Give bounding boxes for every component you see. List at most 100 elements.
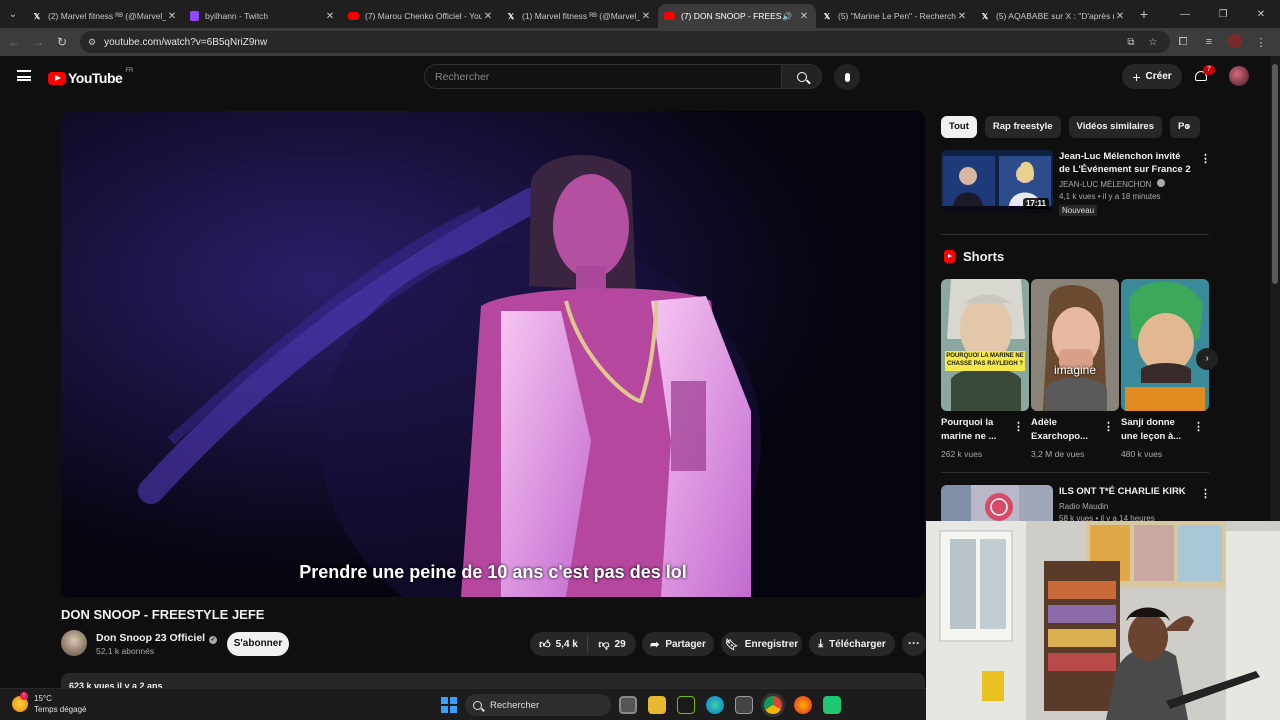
- chip-rap-freestyle[interactable]: Rap freestyle: [984, 116, 1061, 138]
- close-tab-icon[interactable]: ✕: [640, 11, 652, 22]
- webcam-image: [926, 521, 1280, 720]
- recommended-video[interactable]: 17:11 Jean-Luc Mélenchon invité de L'Évé…: [941, 150, 1211, 216]
- shorts-icon: [944, 250, 955, 263]
- shorts-next-button[interactable]: ›: [1196, 348, 1218, 370]
- task-view-icon[interactable]: [619, 696, 637, 714]
- browser-tab[interactable]: 𝕏 (5) AQABABE sur X : "D'après n ✕: [974, 4, 1132, 28]
- bookmark-star-icon[interactable]: ☆: [1142, 37, 1164, 48]
- short-title[interactable]: Pourquoi la marine ne ...: [941, 416, 1011, 444]
- reading-list-icon[interactable]: ≡: [1196, 36, 1222, 48]
- recommended-channel[interactable]: Radio Maudin: [1059, 502, 1108, 511]
- cast-icon[interactable]: ⧉: [1120, 37, 1142, 48]
- reload-icon[interactable]: ↻: [50, 35, 74, 49]
- short-title[interactable]: Sanji donne une leçon à...: [1121, 416, 1191, 444]
- more-actions-icon[interactable]: ···: [902, 632, 926, 656]
- channel-avatar[interactable]: [61, 630, 87, 656]
- youtube-logo[interactable]: YouTube FR: [48, 68, 133, 86]
- browser-menu-icon[interactable]: ⋮: [1248, 36, 1274, 49]
- chip-similar-videos[interactable]: Vidéos similaires: [1068, 116, 1162, 138]
- browser-tab-active[interactable]: (7) DON SNOOP - FREESTY 🔊 ✕: [658, 4, 816, 28]
- channel-name[interactable]: Don Snoop 23 Officiel ✓: [96, 632, 218, 644]
- close-tab-icon[interactable]: ✕: [956, 11, 968, 22]
- download-button[interactable]: ⤓ Télécharger: [809, 632, 895, 656]
- close-tab-icon[interactable]: ✕: [166, 11, 178, 22]
- browser-tab[interactable]: 𝕏 (1) Marvel fitness ᴿᴮ (@Marvel_ ✕: [500, 4, 658, 28]
- tab-search-icon[interactable]: ⌄: [0, 0, 26, 28]
- short-thumbnail[interactable]: [1121, 279, 1209, 411]
- video-player[interactable]: Prendre une peine de 10 ans c'est pas de…: [61, 111, 925, 597]
- recommended-title[interactable]: Jean-Luc Mélenchon invité de L'Événement…: [1059, 150, 1194, 176]
- browser-tab[interactable]: 𝕏 (2) Marvel fitness ᴿᴮ (@Marvel_ ✕: [26, 4, 184, 28]
- short-thumbnail[interactable]: imagine: [1031, 279, 1119, 411]
- app-icon[interactable]: [823, 696, 841, 714]
- browser-tab[interactable]: 𝕏 (5) "Marine Le Pen" - Recherch ✕: [816, 4, 974, 28]
- minimize-icon[interactable]: —: [1166, 9, 1204, 20]
- chevron-right-icon[interactable]: ›: [1185, 119, 1189, 133]
- video-thumbnail[interactable]: 17:11: [941, 150, 1053, 213]
- forward-arrow-icon[interactable]: →: [26, 35, 50, 49]
- restore-icon[interactable]: ❐: [1204, 9, 1242, 20]
- recommended-channel[interactable]: JEAN-LUC MÉLENCHON: [1059, 179, 1165, 189]
- extensions-icon[interactable]: ⧠: [1170, 36, 1196, 49]
- short-item[interactable]: POURQUOI LA MARINE NE CHASSE PAS RAYLEIG…: [941, 279, 1029, 459]
- speaker-icon[interactable]: 🔊: [782, 12, 792, 21]
- search-button[interactable]: [782, 64, 822, 89]
- weather-alert-icon: !: [20, 692, 28, 700]
- back-arrow-icon[interactable]: ←: [2, 35, 26, 49]
- more-vert-icon[interactable]: ⋮: [1013, 420, 1024, 433]
- close-tab-icon[interactable]: ✕: [482, 11, 494, 22]
- short-item[interactable]: imagine Adèle Exarchopo... ⋮ 3,2 M de vu…: [1031, 279, 1119, 459]
- window-controls: — ❐ ✕: [1166, 0, 1280, 28]
- store-icon[interactable]: [735, 696, 753, 714]
- firefox-icon[interactable]: [794, 696, 812, 714]
- more-vert-icon[interactable]: ⋮: [1193, 420, 1204, 433]
- new-tab-icon[interactable]: +: [1132, 6, 1156, 22]
- short-title[interactable]: Adèle Exarchopo...: [1031, 416, 1101, 444]
- scrollbar-thumb[interactable]: [1272, 64, 1278, 284]
- tab-title: (7) DON SNOOP - FREESTY: [681, 11, 783, 21]
- browser-tab[interactable]: byilhann - Twitch ✕: [184, 4, 342, 28]
- weather-widget[interactable]: ! 15°C Temps dégagé: [12, 692, 86, 715]
- profile-icon[interactable]: [1222, 33, 1248, 51]
- like-count: 5,4 k: [555, 638, 578, 650]
- save-label: Enregistrer: [744, 638, 799, 650]
- taskbar-search[interactable]: Rechercher: [465, 694, 611, 716]
- tab-title: (2) Marvel fitness ᴿᴮ (@Marvel_: [48, 11, 166, 21]
- close-tab-icon[interactable]: ✕: [1114, 11, 1126, 22]
- close-tab-icon[interactable]: ✕: [798, 11, 810, 22]
- search-input[interactable]: Rechercher: [424, 64, 782, 89]
- chip-all[interactable]: Tout: [941, 116, 977, 138]
- more-vert-icon[interactable]: ⋮: [1200, 152, 1211, 165]
- create-button[interactable]: + Créer: [1122, 64, 1182, 89]
- share-button[interactable]: ➦ Partager: [642, 632, 714, 656]
- file-explorer-icon[interactable]: [648, 696, 666, 714]
- subscribe-button[interactable]: S'abonner: [227, 632, 289, 656]
- more-vert-icon[interactable]: ⋮: [1103, 420, 1114, 433]
- more-vert-icon[interactable]: ⋮: [1200, 487, 1211, 500]
- edge-icon[interactable]: [706, 696, 724, 714]
- close-window-icon[interactable]: ✕: [1242, 9, 1280, 20]
- youtube-play-icon: [48, 71, 66, 85]
- short-thumbnail[interactable]: POURQUOI LA MARINE NE CHASSE PAS RAYLEIG…: [941, 279, 1029, 411]
- recommended-title[interactable]: ILS ONT T*É CHARLIE KIRK: [1059, 485, 1194, 498]
- shorts-header: Shorts: [944, 249, 1004, 264]
- webcam-overlay: [926, 521, 1280, 720]
- voice-search-button[interactable]: [834, 64, 860, 90]
- user-avatar[interactable]: [1229, 66, 1249, 86]
- save-button[interactable]: 🔖︎ Enregistrer: [721, 632, 802, 656]
- site-info-icon[interactable]: ⚙: [88, 37, 96, 48]
- short-item[interactable]: Sanji donne une leçon à... ⋮ 480 k vues: [1121, 279, 1209, 459]
- browser-tab[interactable]: (7) Marou Chenko Officiel - You ✕: [342, 4, 500, 28]
- nvidia-icon[interactable]: [677, 696, 695, 714]
- windows-start-icon[interactable]: [441, 697, 457, 713]
- hamburger-menu-icon[interactable]: [17, 70, 31, 81]
- url-field[interactable]: ⚙ youtube.com/watch?v=6B5qNriZ9nw ⧉ ☆: [80, 31, 1170, 53]
- dislike-button[interactable]: 👎︎ 29: [588, 638, 636, 651]
- divider: [941, 472, 1209, 473]
- chrome-icon[interactable]: [764, 696, 782, 714]
- like-button[interactable]: 👍︎ 5,4 k: [530, 636, 588, 652]
- close-tab-icon[interactable]: ✕: [324, 11, 336, 22]
- youtube-header: YouTube FR Rechercher + Créer 7: [0, 56, 1270, 98]
- thumbs-down-icon: 👎︎: [598, 638, 610, 651]
- notifications-button[interactable]: 7: [1194, 65, 1215, 84]
